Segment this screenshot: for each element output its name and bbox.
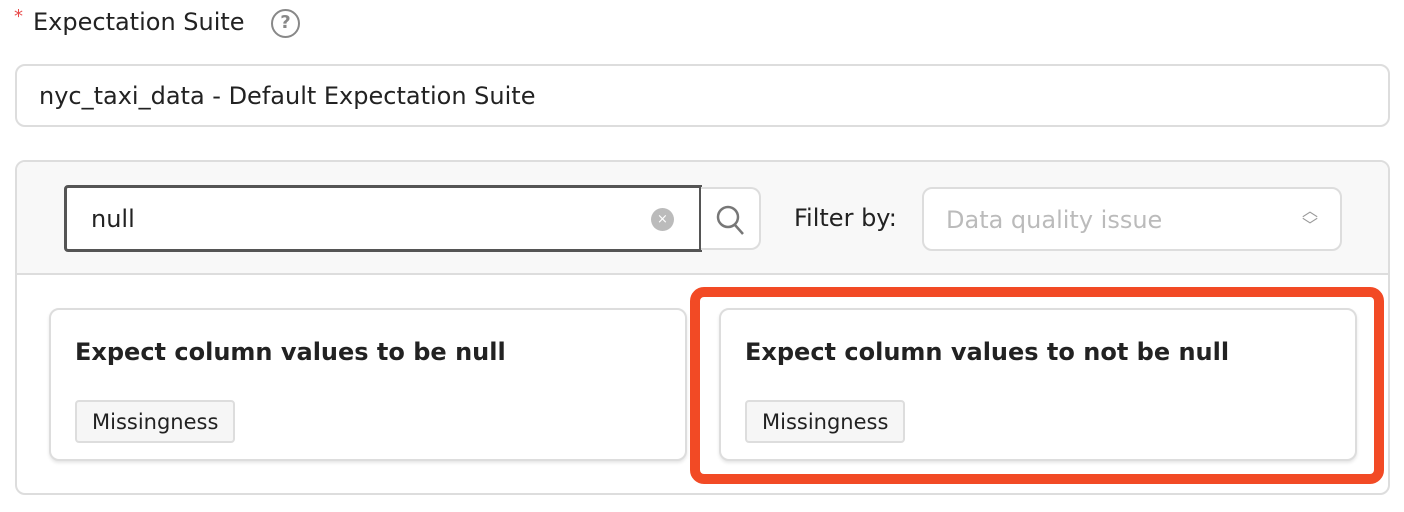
select-placeholder: Data quality issue [946, 206, 1163, 234]
expectation-suite-label: Expectation Suite [33, 8, 245, 36]
clear-search-icon[interactable]: × [651, 208, 674, 231]
search-toolbar: null × Filter by: Data quality issue ︿ ﹀ [17, 162, 1388, 275]
search-button[interactable] [701, 187, 761, 250]
search-icon [716, 205, 744, 235]
filter-label: Filter by: [794, 204, 897, 232]
expectation-card[interactable]: Expect column values to be null Missingn… [49, 308, 687, 461]
expectation-suite-field[interactable]: nyc_taxi_data - Default Expectation Suit… [15, 64, 1390, 127]
search-input[interactable]: null [64, 185, 702, 252]
required-marker: * [14, 6, 23, 27]
data-quality-issue-select[interactable]: Data quality issue ︿ ﹀ [922, 187, 1342, 251]
card-tag: Missingness [75, 400, 236, 443]
chevron-up-down-icon: ︿ ﹀ [1301, 201, 1318, 235]
help-icon[interactable]: ? [271, 9, 300, 38]
highlight-box [690, 287, 1384, 484]
card-title: Expect column values to be null [75, 338, 506, 366]
